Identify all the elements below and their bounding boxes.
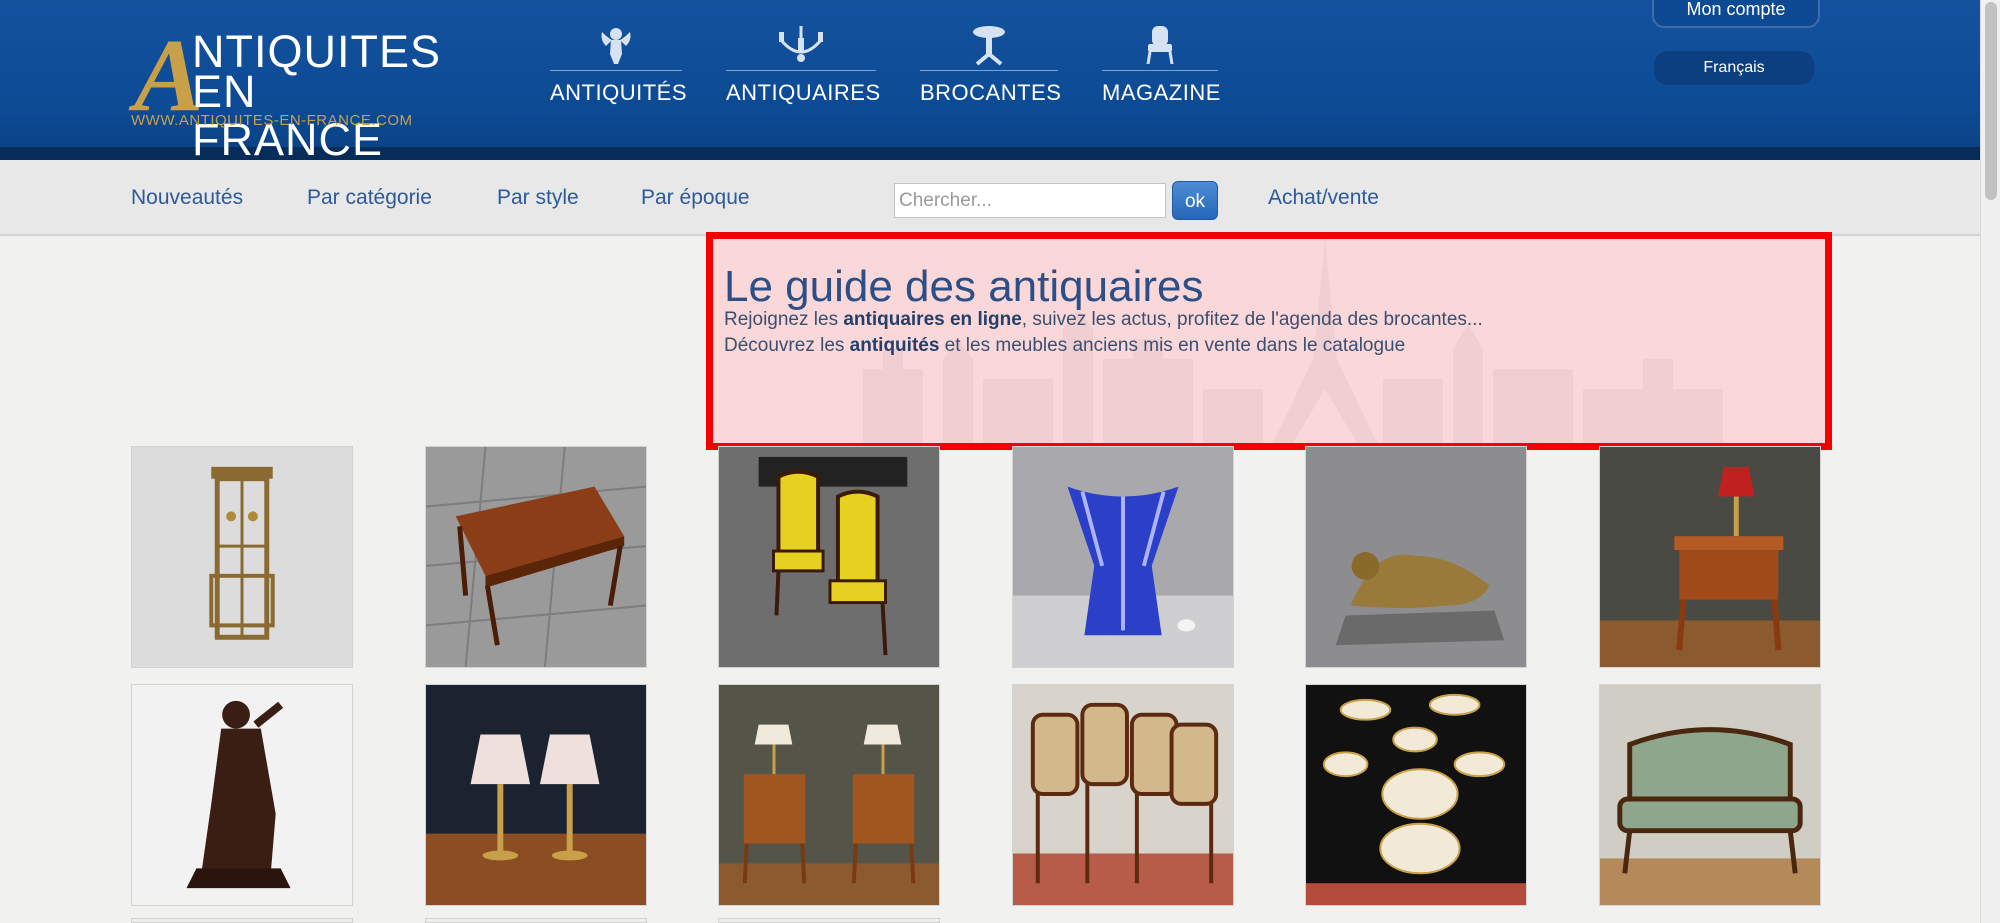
sub-nav: Nouveautés Par catégorie Par style Par é… (0, 160, 1980, 236)
subnav-achat-vente[interactable]: Achat/vente (1268, 186, 1379, 210)
hero-text: Découvrez les (724, 335, 850, 356)
site-header: A NTIQUITES EN FRANCE WWW.ANTIQUITES-EN-… (0, 0, 1980, 164)
cane-chairs-image[interactable] (1012, 684, 1234, 906)
bronze-statue-image[interactable] (131, 684, 353, 906)
product-thumbnail-partial[interactable] (718, 918, 940, 923)
nav-rule (920, 70, 1058, 71)
writing-table-image[interactable] (425, 446, 647, 668)
yellow-chairs-image[interactable] (718, 446, 940, 668)
main-nav-magazine[interactable]: MAGAZINE (1102, 22, 1221, 112)
coat-rack-icon (132, 447, 352, 667)
writing-table-icon (426, 447, 646, 667)
main-nav-label: BROCANTES (920, 80, 1062, 105)
bronze-panther-icon (1306, 447, 1526, 667)
yellow-chairs-icon (719, 447, 939, 667)
product-thumbnail-partial[interactable] (131, 918, 353, 923)
porcelain-plates-image[interactable] (1305, 684, 1527, 906)
bronze-panther-image[interactable] (1305, 446, 1527, 668)
site-logo[interactable]: A NTIQUITES EN FRANCE WWW.ANTIQUITES-EN-… (128, 24, 448, 164)
language-selector[interactable]: Français (1654, 51, 1814, 85)
coat-rack-image[interactable] (131, 446, 353, 668)
hero-title: Le guide des antiquaires (724, 262, 1204, 311)
porcelain-plates-icon (1306, 685, 1526, 905)
bronze-statue-icon (132, 685, 352, 905)
louis-xv-settee-image[interactable] (1599, 684, 1821, 906)
pair-of-nightstands-icon (719, 685, 939, 905)
main-nav-antiquaires[interactable]: ANTIQUAIRES (726, 22, 881, 112)
subnav-par-categorie[interactable]: Par catégorie (307, 186, 432, 210)
hero-text: Rejoignez les (724, 309, 844, 330)
main-nav-brocantes[interactable]: BROCANTES (920, 22, 1062, 112)
nav-rule (550, 70, 682, 71)
search-input[interactable] (894, 183, 1166, 218)
search-ok-button[interactable]: ok (1172, 181, 1218, 220)
bedside-table-lamp-image[interactable] (1599, 446, 1821, 668)
armchair-icon (1146, 26, 1174, 65)
logo-url: WWW.ANTIQUITES-EN-FRANCE.COM (131, 112, 413, 129)
nav-rule (1102, 70, 1218, 71)
main-nav-label: ANTIQUAIRES (726, 80, 881, 105)
cherub-icon (601, 28, 631, 64)
scrollbar-thumb[interactable] (1985, 2, 1997, 200)
louis-xv-settee-icon (1600, 685, 1820, 905)
my-account-button[interactable]: Mon compte (1652, 0, 1820, 28)
product-thumbnail-partial[interactable] (425, 918, 647, 923)
vertical-scrollbar[interactable] (1980, 0, 2000, 923)
cane-chairs-icon (1013, 685, 1233, 905)
nav-rule (726, 70, 876, 71)
pair-of-lamps-image[interactable] (425, 684, 647, 906)
bedside-table-lamp-icon (1600, 447, 1820, 667)
hero-text: et les meubles anciens mis en vente dans… (939, 335, 1406, 356)
main-nav-antiquites[interactable]: ANTIQUITÉS (550, 22, 688, 112)
pair-of-nightstands-image[interactable] (718, 684, 940, 906)
main-nav-label: MAGAZINE (1102, 80, 1221, 105)
antiquaires-en-ligne-link[interactable]: antiquaires en ligne (843, 309, 1021, 330)
antiquites-link[interactable]: antiquités (850, 335, 940, 356)
hero-line-1: Rejoignez les antiquaires en ligne, suiv… (724, 309, 1483, 331)
subnav-par-epoque[interactable]: Par époque (641, 186, 750, 210)
subnav-par-style[interactable]: Par style (497, 186, 579, 210)
subnav-nouveautes[interactable]: Nouveautés (131, 186, 243, 210)
main-nav-label: ANTIQUITÉS (550, 80, 688, 105)
gueridon-table-icon (973, 26, 1005, 66)
hero-banner: Le guide des antiquaires Rejoignez les a… (706, 232, 1832, 450)
hero-text: , suivez les actus, profitez de l'agenda… (1021, 309, 1483, 330)
pair-of-lamps-icon (426, 685, 646, 905)
chandelier-icon (779, 26, 823, 62)
blue-crystal-vase-icon (1013, 447, 1233, 667)
blue-crystal-vase-image[interactable] (1012, 446, 1234, 668)
hero-line-2: Découvrez les antiquités et les meubles … (724, 335, 1405, 357)
